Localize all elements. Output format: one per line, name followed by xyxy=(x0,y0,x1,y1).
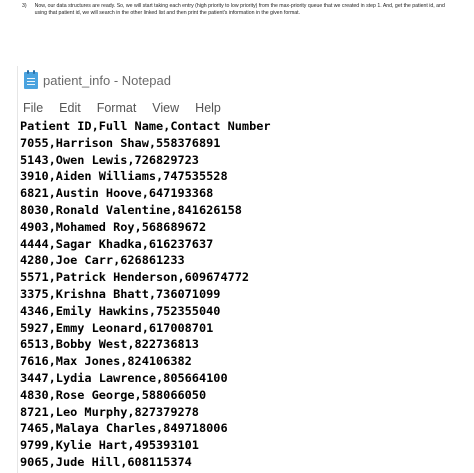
menu-help[interactable]: Help xyxy=(195,101,221,115)
menu-bar: File Edit Format View Help xyxy=(18,98,457,118)
text-line: 6821,Austin Hoove,647193368 xyxy=(20,186,214,201)
text-line: 5571,Patrick Henderson,609674772 xyxy=(20,270,250,285)
menu-view[interactable]: View xyxy=(152,101,179,115)
window-title: patient_info - Notepad xyxy=(43,73,171,88)
text-line-header: Patient ID,Full Name,Contact Number xyxy=(20,119,271,133)
text-editor-area[interactable]: Patient ID,Full Name,Contact Number 7055,… xyxy=(18,118,457,473)
menu-edit[interactable]: Edit xyxy=(59,101,81,115)
text-line: 8721,Leo Murphy,827379278 xyxy=(20,404,199,419)
text-line: 7616,Max Jones,824106382 xyxy=(20,354,192,369)
notepad-window: patient_info - Notepad File Edit Format … xyxy=(17,66,457,473)
text-line: 7465,Malaya Charles,849718006 xyxy=(20,421,228,436)
text-line: 4280,Joe Carr,626861233 xyxy=(20,253,185,268)
instruction-text: 3) Now, our data structures are ready. S… xyxy=(22,3,452,17)
text-line: 7055,Harrison Shaw,558376891 xyxy=(20,135,221,150)
text-line: 3447,Lydia Lawrence,805664100 xyxy=(20,370,228,385)
step-number: 3) xyxy=(22,3,27,9)
menu-file[interactable]: File xyxy=(23,101,43,115)
text-line: 4903,Mohamed Roy,568689672 xyxy=(20,219,207,234)
text-line: 8030,Ronald Valentine,841626158 xyxy=(20,202,242,217)
text-line: 9799,Kylie Hart,495393101 xyxy=(20,438,199,453)
notepad-icon xyxy=(24,70,38,89)
text-line: 4346,Emily Hawkins,752355040 xyxy=(20,303,221,318)
text-line: 3910,Aiden Williams,747535528 xyxy=(20,169,228,184)
text-line: 4444,Sagar Khadka,616237637 xyxy=(20,236,214,251)
menu-format[interactable]: Format xyxy=(97,101,137,115)
text-line: 5927,Emmy Leonard,617008701 xyxy=(20,320,214,335)
title-bar[interactable]: patient_info - Notepad xyxy=(18,66,457,94)
text-line: 3375,Krishna Bhatt,736071099 xyxy=(20,286,221,301)
text-line: 9065,Jude Hill,608115374 xyxy=(20,454,192,469)
text-line: 6513,Bobby West,822736813 xyxy=(20,337,199,352)
text-line: 4830,Rose George,588066050 xyxy=(20,387,207,402)
step-description: Now, our data structures are ready. So, … xyxy=(34,3,445,16)
text-line: 5143,Owen Lewis,726829723 xyxy=(20,152,199,167)
